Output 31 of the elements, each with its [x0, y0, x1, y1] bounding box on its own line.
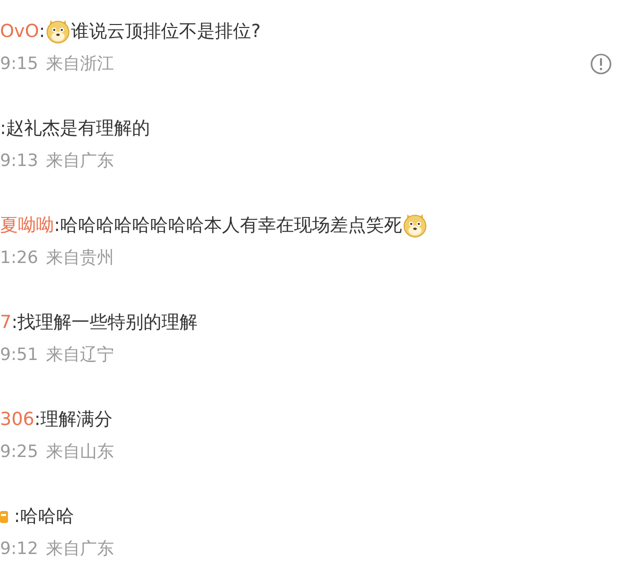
- comment-location: 来自广东: [46, 150, 114, 172]
- comment-time: 9:13: [0, 150, 38, 170]
- comment-time: 9:15: [0, 54, 38, 74]
- comment-location: 来自浙江: [46, 53, 114, 75]
- colon: :: [39, 20, 46, 42]
- comment-text: 理解满分: [40, 408, 112, 431]
- colon: :: [14, 506, 20, 526]
- dog-emoji-icon: [402, 212, 428, 238]
- warning-icon[interactable]: [590, 52, 612, 74]
- colon: :: [34, 408, 40, 430]
- comment-text: 赵礼杰是有理解的: [6, 117, 150, 140]
- colon: :: [11, 312, 18, 332]
- comment-location: 来自辽宁: [46, 344, 114, 366]
- comment-text: 谁说云顶排位不是排位?: [71, 20, 261, 43]
- comment-text: 哈哈哈哈哈哈哈哈本人有幸在现场差点笑死: [60, 214, 402, 237]
- dog-emoji-icon: [45, 18, 72, 44]
- comment-time: 1:26: [0, 248, 38, 268]
- colon: :: [0, 118, 6, 138]
- comment-location: 来自山东: [46, 441, 114, 463]
- user-name[interactable]: 306: [0, 408, 34, 430]
- user-name[interactable]: OvO: [0, 20, 39, 42]
- comment-text: 哈哈哈: [20, 505, 74, 528]
- comment-time: 9:51: [0, 344, 38, 364]
- colon: :: [54, 214, 60, 236]
- comment-time: 9:12: [0, 538, 38, 558]
- comment-location: 来自贵州: [46, 247, 114, 269]
- user-name[interactable]: 7: [0, 312, 12, 332]
- comment-text: 找理解一些特别的理解: [18, 311, 198, 334]
- user-name[interactable]: 夏呦呦: [0, 213, 54, 237]
- comment-location: 来自广东: [46, 538, 114, 560]
- comment-time: 9:25: [0, 442, 38, 462]
